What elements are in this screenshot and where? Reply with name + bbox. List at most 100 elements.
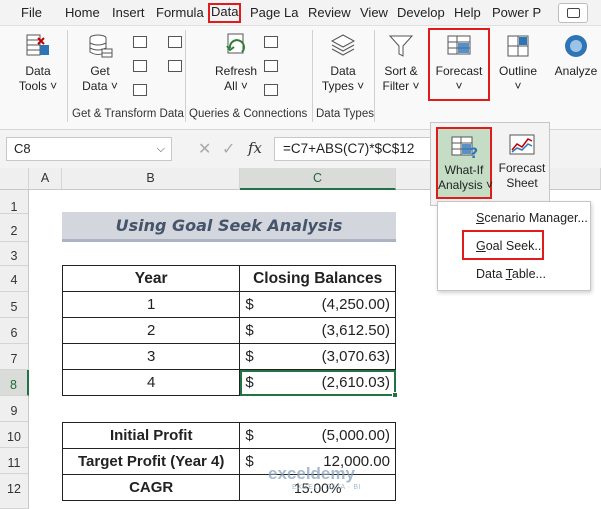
tab-review[interactable]: Review <box>308 4 351 22</box>
year-cell[interactable]: 1 <box>61 291 241 318</box>
group-label-data-types: Data Types <box>316 108 374 120</box>
tab-file[interactable]: File <box>21 4 42 22</box>
table-header-closing-balances[interactable]: Closing Balances <box>239 265 396 292</box>
menu-item-data-table[interactable]: Data Table... <box>438 262 590 286</box>
tab-insert[interactable]: Insert <box>112 4 145 22</box>
get-data-button[interactable]: Get Data ˅ <box>74 26 126 94</box>
edit-links-icon[interactable] <box>264 84 278 96</box>
existing-connections-icon[interactable] <box>168 60 182 72</box>
sort-filter-button[interactable]: Sort & Filter ˅ <box>378 26 424 94</box>
currency-symbol: $ <box>245 427 254 444</box>
row-header-1[interactable]: 1 <box>0 190 29 214</box>
forecast-sheet-icon <box>508 132 536 158</box>
analyze-button[interactable]: Analyze <box>552 26 600 79</box>
properties-icon[interactable] <box>264 60 278 72</box>
queries-connections-icon[interactable] <box>264 36 278 48</box>
row-header-3[interactable]: 3 <box>0 242 29 266</box>
analyze-label: Analyze <box>554 64 598 78</box>
row-header-4[interactable]: 4 <box>0 266 29 292</box>
active-cell-c8[interactable]: $ (2,610.03) <box>239 369 396 396</box>
cagr-label[interactable]: CAGR <box>61 474 241 501</box>
forecast-highlight <box>428 28 490 101</box>
group-label-queries: Queries & Connections <box>189 108 308 120</box>
tab-developer[interactable]: Develop <box>397 4 447 22</box>
currency-symbol: $ <box>245 296 254 313</box>
initial-profit-cell[interactable]: $ (5,000.00) <box>239 422 396 449</box>
sheet-title[interactable]: Using Goal Seek Analysis <box>62 212 396 242</box>
filter-icon <box>387 32 415 60</box>
name-box-value: C8 <box>14 141 31 156</box>
year-cell[interactable]: 2 <box>61 317 241 344</box>
menu-item-scenario-manager[interactable]: Scenario Manager... <box>438 206 590 230</box>
data-types-button[interactable]: Data Types ˅ <box>316 26 370 94</box>
data-tools-icon <box>24 32 52 60</box>
year-cell[interactable]: 4 <box>61 369 241 396</box>
table-row: 1 $ (4,250.00) <box>61 291 396 318</box>
group-label-get-transform: Get & Transform Data <box>72 108 184 120</box>
row-header-7[interactable]: 7 <box>0 344 29 370</box>
column-header-a[interactable]: A <box>29 168 62 190</box>
comments-button[interactable] <box>558 3 588 23</box>
row-header-10[interactable]: 10 <box>0 422 29 448</box>
balance-value: (4,250.00) <box>321 296 390 313</box>
formula-controls: ✕ ✓ fx <box>188 137 274 161</box>
table-row: 3 $ (3,070.63) <box>61 343 396 370</box>
what-if-analysis-label: What-If Analysis ˅ <box>438 163 494 192</box>
forecast-sheet-label: Forecast Sheet <box>498 161 546 190</box>
column-header-b[interactable]: B <box>62 168 240 190</box>
row-header-9[interactable]: 9 <box>0 396 29 422</box>
row-header-5[interactable]: 5 <box>0 292 29 318</box>
data-tools-button[interactable]: Data Tools ˅ <box>12 26 64 94</box>
tab-help[interactable]: Help <box>454 4 481 22</box>
recent-sources-icon[interactable] <box>168 36 182 48</box>
name-box[interactable]: C8 ⌵ <box>6 137 172 161</box>
balance-cell[interactable]: $ (3,612.50) <box>239 317 396 344</box>
cancel-icon[interactable]: ✕ <box>198 139 211 159</box>
tab-page-layout[interactable]: Page La <box>250 4 300 22</box>
row-header-11[interactable]: 11 <box>0 448 29 474</box>
chevron-down-icon[interactable]: ⌵ <box>157 138 165 160</box>
currency-symbol: $ <box>245 374 254 391</box>
fill-handle[interactable] <box>392 392 398 398</box>
balance-cell[interactable]: $ (4,250.00) <box>239 291 396 318</box>
refresh-all-button[interactable]: Refresh All ˅ <box>210 26 262 94</box>
watermark-tagline: EXCEL · DATA · BI <box>292 484 362 491</box>
enter-icon[interactable]: ✓ <box>222 139 235 159</box>
table-header-row: Year Closing Balances <box>61 265 396 292</box>
tab-view[interactable]: View <box>360 4 388 22</box>
forecast-dropdown-panel: ? What-If Analysis ˅ Forecast Sheet <box>430 122 550 206</box>
row-header-6[interactable]: 6 <box>0 318 29 344</box>
tab-formulas[interactable]: Formula <box>156 4 206 22</box>
tab-data[interactable]: Data <box>208 3 242 23</box>
ribbon: Data Tools ˅ Get Data ˅ Get & Transform … <box>0 26 601 130</box>
balance-value: (2,610.03) <box>321 374 390 391</box>
database-icon <box>86 32 114 60</box>
outline-button[interactable]: Outline ˅ <box>494 26 542 94</box>
row-header-12[interactable]: 12 <box>0 474 29 509</box>
select-all-corner[interactable] <box>0 168 29 190</box>
forecast-sheet-button[interactable]: Forecast Sheet <box>497 127 547 199</box>
refresh-all-label: Refresh All ˅ <box>214 64 258 93</box>
from-web-icon[interactable] <box>133 60 147 72</box>
tab-home[interactable]: Home <box>65 4 100 22</box>
row-header-2[interactable]: 2 <box>0 214 29 242</box>
year-cell[interactable]: 3 <box>61 343 241 370</box>
table-row: 2 $ (3,612.50) <box>61 317 396 344</box>
insert-function-icon[interactable]: fx <box>248 139 262 157</box>
what-if-analysis-button[interactable]: ? What-If Analysis ˅ <box>436 127 494 199</box>
table-header-year[interactable]: Year <box>61 265 241 292</box>
initial-profit-label[interactable]: Initial Profit <box>61 422 241 449</box>
balance-cell[interactable]: $ (3,070.63) <box>239 343 396 370</box>
outline-icon <box>504 32 532 60</box>
from-text-icon[interactable] <box>133 36 147 48</box>
row-header-8[interactable]: 8 <box>0 370 29 396</box>
comment-icon <box>567 8 580 18</box>
column-header-c[interactable]: C <box>240 168 396 190</box>
from-table-icon[interactable] <box>133 84 147 96</box>
target-profit-label[interactable]: Target Profit (Year 4) <box>61 448 241 475</box>
sort-filter-label: Sort & Filter ˅ <box>382 64 420 93</box>
tab-power-pivot[interactable]: Power P <box>492 4 542 22</box>
watermark-brand: exceldemy <box>268 464 355 483</box>
closing-balances-table: Year Closing Balances 1 $ (4,250.00) 2 $… <box>61 265 396 396</box>
formula-input[interactable]: =C7+ABS(C7)*$C$12 <box>274 137 434 161</box>
